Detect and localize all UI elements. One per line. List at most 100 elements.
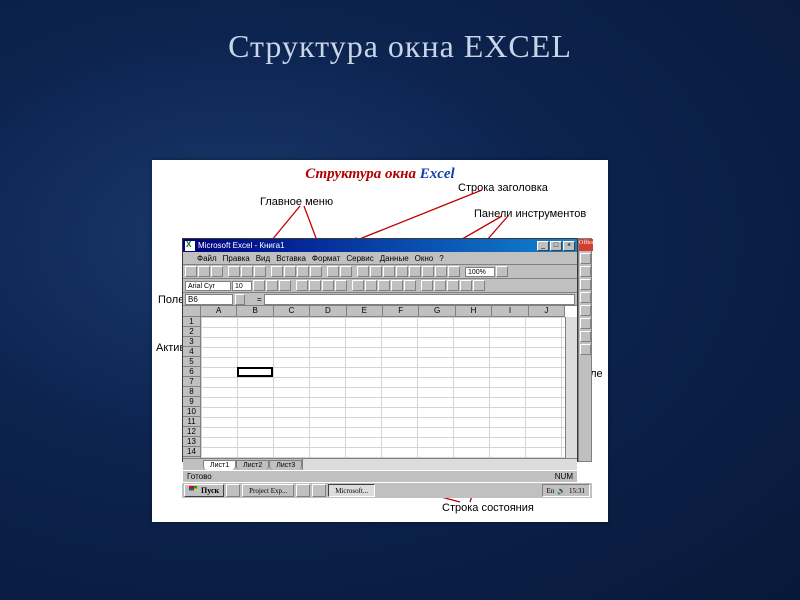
percent-icon[interactable] xyxy=(365,280,377,291)
col-I[interactable]: I xyxy=(492,306,528,316)
italic-icon[interactable] xyxy=(266,280,278,291)
preview-icon[interactable] xyxy=(241,266,253,277)
chart-wizard-icon[interactable] xyxy=(422,266,434,277)
menu-help[interactable]: ? xyxy=(439,254,443,263)
row-13[interactable]: 13 xyxy=(183,437,200,447)
hyperlink-icon[interactable] xyxy=(357,266,369,277)
row-3[interactable]: 3 xyxy=(183,337,200,347)
row-12[interactable]: 12 xyxy=(183,427,200,437)
sheet-tab-2[interactable]: Лист2 xyxy=(236,460,269,470)
taskbar-item-active[interactable]: Microsoft... xyxy=(328,484,375,497)
office-shortcut-icon[interactable] xyxy=(580,292,591,303)
currency-icon[interactable] xyxy=(352,280,364,291)
decrease-indent-icon[interactable] xyxy=(421,280,433,291)
tray-volume-icon[interactable]: 🔊 xyxy=(557,487,566,495)
col-D[interactable]: D xyxy=(310,306,346,316)
vertical-scrollbar[interactable] xyxy=(565,317,577,458)
comma-icon[interactable] xyxy=(378,280,390,291)
row-4[interactable]: 4 xyxy=(183,347,200,357)
save-icon[interactable] xyxy=(211,266,223,277)
font-size-select[interactable]: 10 xyxy=(232,281,252,291)
align-left-icon[interactable] xyxy=(296,280,308,291)
office-shortcut-icon[interactable] xyxy=(580,266,591,277)
merge-center-icon[interactable] xyxy=(335,280,347,291)
office-shortcut-icon[interactable] xyxy=(580,344,591,355)
office-shortcut-icon[interactable] xyxy=(580,331,591,342)
active-cell[interactable] xyxy=(237,367,273,377)
menu-insert[interactable]: Вставка xyxy=(276,254,306,263)
copy-icon[interactable] xyxy=(284,266,296,277)
open-icon[interactable] xyxy=(198,266,210,277)
underline-icon[interactable] xyxy=(279,280,291,291)
menu-format[interactable]: Формат xyxy=(312,254,340,263)
col-E[interactable]: E xyxy=(347,306,383,316)
align-right-icon[interactable] xyxy=(322,280,334,291)
col-C[interactable]: C xyxy=(274,306,310,316)
new-icon[interactable] xyxy=(185,266,197,277)
menu-window[interactable]: Окно xyxy=(415,254,434,263)
format-painter-icon[interactable] xyxy=(310,266,322,277)
office-shortcut-icon[interactable] xyxy=(580,305,591,316)
zoom-select[interactable]: 100% xyxy=(465,267,495,277)
undo-icon[interactable] xyxy=(327,266,339,277)
col-A[interactable]: A xyxy=(201,306,237,316)
minimize-button[interactable]: _ xyxy=(537,241,549,251)
name-box-dropdown-icon[interactable] xyxy=(235,294,245,305)
row-2[interactable]: 2 xyxy=(183,327,200,337)
col-H[interactable]: H xyxy=(456,306,492,316)
paste-icon[interactable] xyxy=(297,266,309,277)
decrease-decimal-icon[interactable] xyxy=(404,280,416,291)
row-14[interactable]: 14 xyxy=(183,447,200,457)
maximize-button[interactable]: □ xyxy=(550,241,562,251)
align-center-icon[interactable] xyxy=(309,280,321,291)
menu-view[interactable]: Вид xyxy=(256,254,270,263)
taskbar-item[interactable]: Project Exp... xyxy=(242,484,294,497)
row-11[interactable]: 11 xyxy=(183,417,200,427)
taskbar-item[interactable] xyxy=(312,484,326,497)
drawing-icon[interactable] xyxy=(448,266,460,277)
borders-icon[interactable] xyxy=(447,280,459,291)
redo-icon[interactable] xyxy=(340,266,352,277)
increase-decimal-icon[interactable] xyxy=(391,280,403,291)
office-shortcut-icon[interactable] xyxy=(580,318,591,329)
close-button[interactable]: × xyxy=(563,241,575,251)
select-all-corner[interactable] xyxy=(183,306,201,317)
row-8[interactable]: 8 xyxy=(183,387,200,397)
col-F[interactable]: F xyxy=(383,306,419,316)
name-box[interactable]: B6 xyxy=(185,294,233,305)
font-select[interactable]: Arial Cyr xyxy=(185,281,231,291)
increase-indent-icon[interactable] xyxy=(434,280,446,291)
row-7[interactable]: 7 xyxy=(183,377,200,387)
col-G[interactable]: G xyxy=(419,306,455,316)
formula-input[interactable] xyxy=(264,294,575,305)
row-1[interactable]: 1 xyxy=(183,317,200,327)
start-button[interactable]: Пуск xyxy=(184,484,224,497)
row-5[interactable]: 5 xyxy=(183,357,200,367)
map-icon[interactable] xyxy=(435,266,447,277)
sort-desc-icon[interactable] xyxy=(409,266,421,277)
horizontal-scrollbar[interactable] xyxy=(302,459,577,470)
row-9[interactable]: 9 xyxy=(183,397,200,407)
menu-edit[interactable]: Правка xyxy=(223,254,250,263)
autosum-icon[interactable] xyxy=(370,266,382,277)
taskbar-item[interactable] xyxy=(296,484,310,497)
menu-data[interactable]: Данные xyxy=(380,254,409,263)
row-6[interactable]: 6 xyxy=(183,367,200,377)
bold-icon[interactable] xyxy=(253,280,265,291)
fill-color-icon[interactable] xyxy=(460,280,472,291)
menu-tools[interactable]: Сервис xyxy=(346,254,373,263)
cut-icon[interactable] xyxy=(271,266,283,277)
font-color-icon[interactable] xyxy=(473,280,485,291)
menu-file[interactable]: Файл xyxy=(197,254,217,263)
help-icon[interactable] xyxy=(496,266,508,277)
sort-asc-icon[interactable] xyxy=(396,266,408,277)
cell-grid[interactable] xyxy=(201,317,565,458)
taskbar-item[interactable] xyxy=(226,484,240,497)
function-icon[interactable] xyxy=(383,266,395,277)
print-icon[interactable] xyxy=(228,266,240,277)
col-B[interactable]: B xyxy=(237,306,273,316)
office-shortcut-icon[interactable] xyxy=(580,253,591,264)
col-J[interactable]: J xyxy=(529,306,565,316)
sheet-tab-3[interactable]: Лист3 xyxy=(269,460,302,470)
sheet-tab-1[interactable]: Лист1 xyxy=(203,460,236,470)
